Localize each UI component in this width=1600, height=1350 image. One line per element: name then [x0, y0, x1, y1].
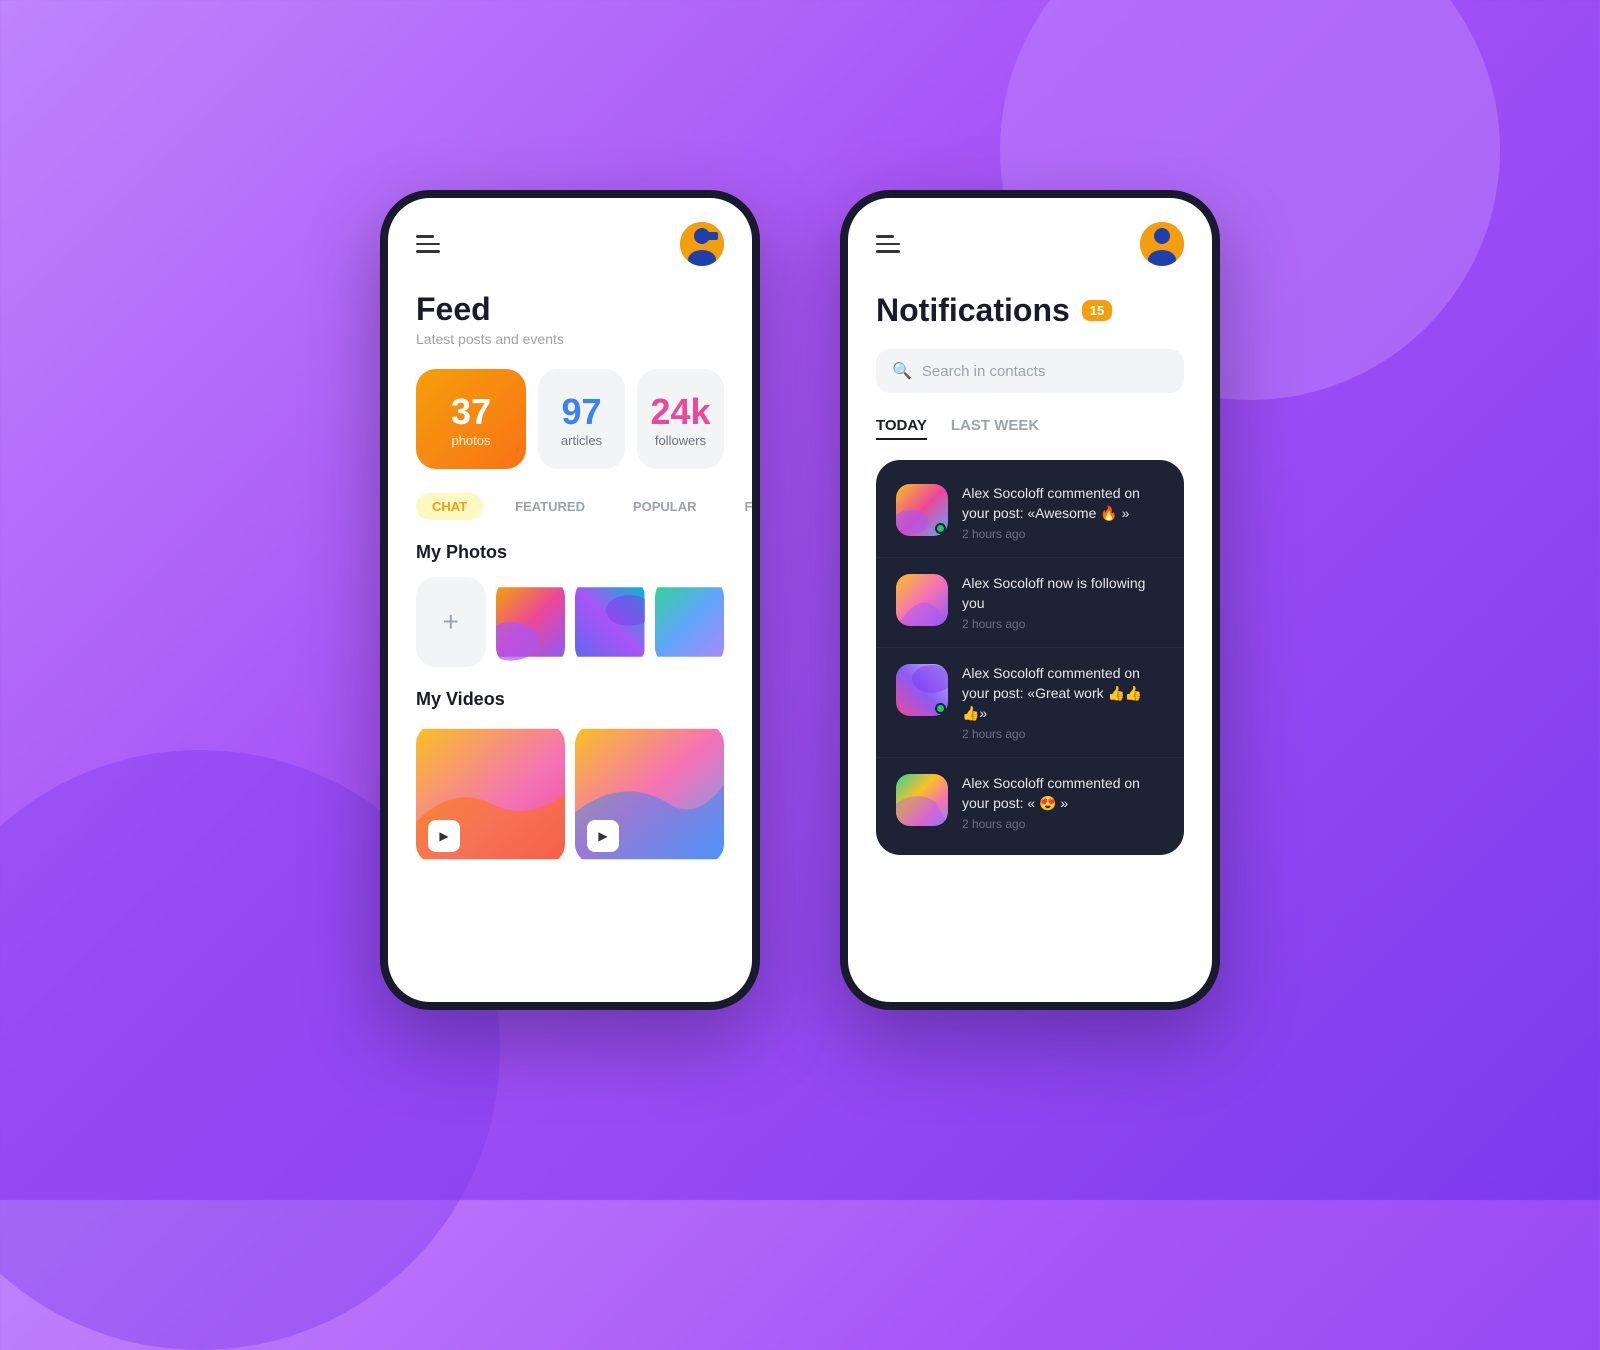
- notif-msg-3: Alex Socoloff commented on your post: «G…: [962, 664, 1164, 723]
- my-photos-title: My Photos: [416, 542, 724, 563]
- stat-articles-num: 97: [561, 391, 601, 433]
- notifications-content: Notifications 15 🔍 Search in contacts TO…: [848, 276, 1212, 1002]
- notification-list: Alex Socoloff commented on your post: «A…: [876, 460, 1184, 855]
- feed-content: Feed Latest posts and events 37 photos 9…: [388, 276, 752, 880]
- notif-item-4[interactable]: Alex Socoloff commented on your post: « …: [876, 757, 1184, 847]
- hamburger-menu-icon-2[interactable]: [876, 235, 900, 253]
- notif-avatar-4: [896, 774, 948, 826]
- notif-msg-4: Alex Socoloff commented on your post: « …: [962, 774, 1164, 813]
- notif-avatar-2: [896, 574, 948, 626]
- notifications-phone: Notifications 15 🔍 Search in contacts TO…: [840, 190, 1220, 1010]
- notif-time-3: 2 hours ago: [962, 727, 1164, 741]
- feed-phone: Feed Latest posts and events 37 photos 9…: [380, 190, 760, 1010]
- play-button-2[interactable]: ▶: [587, 820, 619, 852]
- notif-msg-2: Alex Socoloff now is following you: [962, 574, 1164, 613]
- online-indicator-3: [935, 703, 946, 714]
- video-thumb-2[interactable]: ▶: [575, 724, 724, 864]
- notif-text-2: Alex Socoloff now is following you 2 hou…: [962, 574, 1164, 631]
- notif-avatar-3: [896, 664, 948, 716]
- search-placeholder: Search in contacts: [922, 363, 1045, 380]
- tab-featured[interactable]: FEATURED: [499, 493, 601, 520]
- avatar-2[interactable]: [1140, 222, 1184, 266]
- search-bar[interactable]: 🔍 Search in contacts: [876, 349, 1184, 393]
- search-icon: 🔍: [892, 361, 912, 381]
- notif-avatar-1: [896, 484, 948, 536]
- stat-articles[interactable]: 97 articles: [538, 369, 625, 469]
- online-indicator-1: [935, 523, 946, 534]
- notif-text-4: Alex Socoloff commented on your post: « …: [962, 774, 1164, 831]
- my-videos-title: My Videos: [416, 689, 724, 710]
- notif-text-3: Alex Socoloff commented on your post: «G…: [962, 664, 1164, 741]
- stat-photos-label: photos: [451, 433, 490, 448]
- video-thumb-1[interactable]: ▶: [416, 724, 565, 864]
- play-button-1[interactable]: ▶: [428, 820, 460, 852]
- tab-fo[interactable]: FO...: [729, 493, 760, 520]
- notifications-title: Notifications: [876, 292, 1070, 329]
- avatar[interactable]: [680, 222, 724, 266]
- notif-time-4: 2 hours ago: [962, 817, 1164, 831]
- notification-tabs: TODAY LAST WEEK: [876, 417, 1184, 440]
- photo-thumb-1[interactable]: [496, 577, 566, 667]
- stat-articles-label: articles: [561, 433, 602, 448]
- notif-item-3[interactable]: Alex Socoloff commented on your post: «G…: [876, 647, 1184, 757]
- notif-item-2[interactable]: Alex Socoloff now is following you 2 hou…: [876, 557, 1184, 647]
- videos-row: ▶: [416, 724, 724, 864]
- feed-title: Feed: [416, 292, 724, 327]
- stat-followers[interactable]: 24k followers: [637, 369, 724, 469]
- notif-item-1[interactable]: Alex Socoloff commented on your post: «A…: [876, 468, 1184, 557]
- photo-thumb-2[interactable]: [575, 577, 645, 667]
- notifications-badge: 15: [1082, 300, 1112, 321]
- stat-followers-label: followers: [655, 433, 706, 448]
- notif-msg-1: Alex Socoloff commented on your post: «A…: [962, 484, 1164, 523]
- notif-time-1: 2 hours ago: [962, 527, 1164, 541]
- tab-chat[interactable]: CHAT: [416, 493, 483, 520]
- tabs-row: CHAT FEATURED POPULAR FO...: [416, 493, 724, 520]
- phone2-header: [848, 198, 1212, 276]
- notifications-header-row: Notifications 15: [876, 292, 1184, 329]
- add-photo-button[interactable]: +: [416, 577, 486, 667]
- stat-followers-num: 24k: [650, 391, 710, 433]
- phone1-header: [388, 198, 752, 276]
- stats-row: 37 photos 97 articles 24k followers: [416, 369, 724, 469]
- stat-photos-num: 37: [451, 391, 491, 433]
- notif-text-1: Alex Socoloff commented on your post: «A…: [962, 484, 1164, 541]
- tab-popular[interactable]: POPULAR: [617, 493, 713, 520]
- hamburger-menu-icon[interactable]: [416, 235, 440, 253]
- tab-last-week[interactable]: LAST WEEK: [951, 417, 1039, 440]
- stat-photos[interactable]: 37 photos: [416, 369, 526, 469]
- tab-today[interactable]: TODAY: [876, 417, 927, 440]
- feed-subtitle: Latest posts and events: [416, 331, 724, 347]
- notif-time-2: 2 hours ago: [962, 617, 1164, 631]
- phones-container: Feed Latest posts and events 37 photos 9…: [380, 190, 1220, 1010]
- photos-row: +: [416, 577, 724, 667]
- photo-thumb-3[interactable]: [655, 577, 725, 667]
